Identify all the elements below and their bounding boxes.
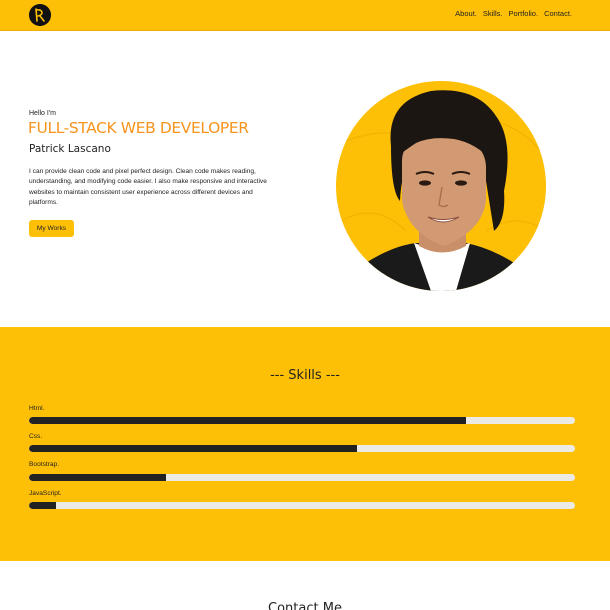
navbar: About. Skills. Portfolio. Contact. [0,0,610,31]
skill-fill [29,502,57,509]
profile-photo [336,81,546,291]
hero-name: Patrick Lascano [29,143,111,155]
skill-label-bootstrap: Bootstrap. [29,461,60,468]
skills-title: --- Skills --- [270,368,340,383]
nav-link-portfolio[interactable]: Portfolio. [508,9,538,18]
my-works-button[interactable]: My Works [29,220,74,237]
skill-bar-javascript [29,502,575,509]
nav-link-about[interactable]: About. [455,9,477,18]
skill-fill [29,417,466,424]
skill-bar-html [29,417,575,424]
skill-fill [29,445,357,452]
skill-bar-bootstrap [29,474,575,481]
skill-bar-css [29,445,575,452]
monogram-logo-icon[interactable] [29,4,51,26]
skills-section: --- Skills --- Html. Css. Bootstrap. Jav… [0,327,610,561]
skill-label-html: Html. [29,405,45,412]
hero-greeting: Hello I'm [29,110,57,117]
contact-title: Contact Me [268,601,342,610]
skill-label-css: Css. [29,433,43,440]
nav-link-contact[interactable]: Contact. [544,9,572,18]
contact-section: Contact Me [0,561,610,610]
nav-link-skills[interactable]: Skills. [483,9,503,18]
skill-fill [29,474,166,481]
skill-label-javascript: JavaScript. [29,490,62,497]
nav-links: About. Skills. Portfolio. Contact. [455,9,572,18]
hero-headline: FULL-STACK WEB DEVELOPER [28,119,249,137]
hero-intro: I can provide clean code and pixel perfe… [29,168,267,206]
hero-section: Hello I'm FULL-STACK WEB DEVELOPER Patri… [0,31,610,327]
